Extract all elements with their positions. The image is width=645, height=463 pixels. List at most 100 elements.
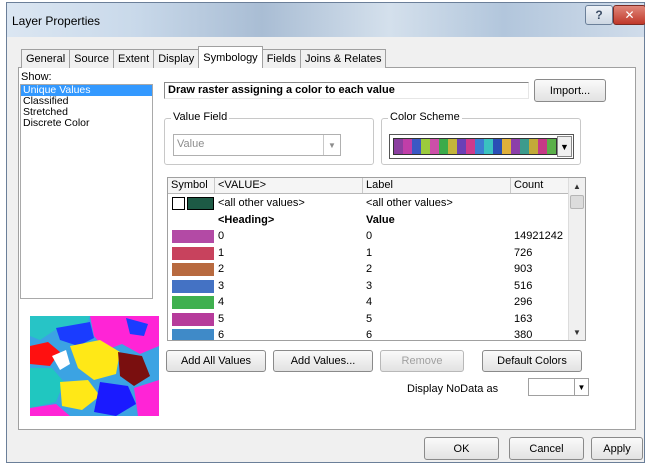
value-field-legend: Value Field [171, 111, 230, 123]
table-row[interactable]: 5 5 163 [168, 311, 570, 328]
cell-label: 4 [366, 296, 373, 309]
table-row[interactable]: 3 3 516 [168, 278, 570, 295]
color-scheme-select[interactable]: ▼ [389, 134, 574, 159]
import-button[interactable]: Import... [534, 79, 606, 102]
add-values-button[interactable]: Add Values... [273, 350, 373, 372]
value-field-select[interactable]: Value ▼ [173, 134, 341, 156]
scroll-thumb[interactable] [570, 195, 584, 209]
tab-general[interactable]: General [21, 49, 71, 68]
table-row[interactable]: 2 2 903 [168, 261, 570, 278]
tab-fields[interactable]: Fields [261, 49, 302, 68]
apply-button[interactable]: Apply [591, 437, 643, 460]
color-ramp-swatch [520, 139, 529, 154]
color-ramp-swatch [547, 139, 556, 154]
color-ramp-preview [393, 138, 557, 155]
header-count[interactable]: Count [511, 178, 570, 193]
table-row[interactable]: 6 6 380 [168, 327, 570, 341]
nodata-color-picker[interactable]: ▼ [528, 378, 589, 396]
cell-count: 516 [514, 279, 533, 292]
scroll-up-icon[interactable]: ▲ [569, 178, 585, 194]
renderer-description: Draw raster assigning a color to each va… [164, 82, 529, 99]
symbol-swatch[interactable] [172, 312, 214, 326]
header-symbol[interactable]: Symbol [168, 178, 215, 193]
tab-symbology[interactable]: Symbology [198, 46, 263, 68]
table-header: Symbol <VALUE> Label Count [168, 178, 570, 194]
tab-strip: General Source Extent Display Symbology … [21, 46, 387, 68]
cell-count: 726 [514, 246, 533, 259]
cell-count: 380 [514, 329, 533, 341]
cell-count: 163 [514, 312, 533, 325]
cell-value: 6 [218, 329, 225, 341]
symbol-swatch[interactable] [172, 230, 214, 243]
color-ramp-swatch [475, 139, 484, 154]
color-scheme-legend: Color Scheme [388, 111, 462, 123]
show-list[interactable]: Unique Values Classified Stretched Discr… [20, 84, 153, 299]
symbol-swatch[interactable] [172, 263, 214, 276]
color-ramp-swatch [403, 139, 412, 154]
symbol-swatch[interactable] [172, 296, 214, 309]
cancel-button[interactable]: Cancel [509, 437, 584, 460]
symbol-swatch[interactable] [172, 329, 214, 340]
header-value[interactable]: <VALUE> [215, 178, 363, 193]
cell-value: 3 [218, 279, 225, 292]
unique-values-table[interactable]: Symbol <VALUE> Label Count <all other va… [167, 177, 586, 341]
color-ramp-swatch [394, 139, 403, 154]
tab-extent[interactable]: Extent [113, 49, 155, 68]
table-row[interactable]: 0 0 14921242 [168, 228, 570, 245]
cell-count: 296 [514, 296, 533, 309]
cell-value: 5 [218, 312, 225, 325]
cell-label: 1 [366, 246, 373, 259]
title-bar[interactable]: Layer Properties ? ✕ [7, 3, 645, 37]
nodata-label: Display NoData as [407, 383, 499, 395]
ok-button[interactable]: OK [424, 437, 499, 460]
table-scrollbar[interactable]: ▲ ▼ [568, 178, 585, 340]
table-body: <all other values> <all other values> <H… [168, 195, 570, 341]
cell-label: 5 [366, 312, 373, 325]
cell-value: 1 [218, 246, 225, 259]
symbol-swatch[interactable] [172, 246, 214, 260]
cell-count: 903 [514, 263, 533, 276]
cell-label: <all other values> [366, 197, 453, 210]
cell-value: 4 [218, 296, 225, 309]
cell-label: 6 [366, 329, 373, 341]
table-heading-row[interactable]: <Heading> Value [168, 212, 570, 229]
window-title: Layer Properties [12, 14, 101, 28]
color-ramp-swatch [493, 139, 502, 154]
color-ramp-swatch [511, 139, 520, 154]
color-ramp-swatch [430, 139, 439, 154]
symbol-swatch[interactable] [172, 279, 214, 293]
header-label[interactable]: Label [363, 178, 511, 193]
scroll-down-icon[interactable]: ▼ [569, 324, 585, 340]
color-ramp-swatch [439, 139, 448, 154]
table-row[interactable]: 1 1 726 [168, 245, 570, 262]
default-colors-button[interactable]: Default Colors [482, 350, 582, 372]
color-ramp-swatch [538, 139, 547, 154]
tab-display[interactable]: Display [153, 49, 200, 68]
table-row[interactable]: 4 4 296 [168, 294, 570, 311]
color-ramp-swatch [466, 139, 475, 154]
add-all-values-button[interactable]: Add All Values [166, 350, 266, 372]
help-icon: ? [595, 8, 603, 22]
value-field-value: Value [177, 138, 205, 150]
close-button[interactable]: ✕ [613, 5, 645, 25]
raster-preview-image [30, 316, 159, 416]
cell-count: 14921242 [514, 230, 563, 243]
symbol-swatch[interactable] [187, 197, 214, 210]
remove-button[interactable]: Remove [380, 350, 464, 372]
color-ramp-swatch [484, 139, 493, 154]
color-ramp-swatch [412, 139, 421, 154]
tab-source[interactable]: Source [69, 49, 114, 68]
table-row[interactable]: <all other values> <all other values> [168, 195, 570, 212]
tab-joins-relates[interactable]: Joins & Relates [300, 49, 387, 68]
checkbox[interactable] [172, 197, 185, 210]
help-button[interactable]: ? [585, 5, 613, 25]
color-ramp-swatch [421, 139, 430, 154]
color-ramp-swatch [502, 139, 511, 154]
cell-label: Value [366, 213, 395, 226]
cell-label: 0 [366, 230, 373, 243]
show-item-discrete-color[interactable]: Discrete Color [21, 118, 152, 129]
cell-value: 2 [218, 263, 225, 276]
cell-label: 3 [366, 279, 373, 292]
cell-label: 2 [366, 263, 373, 276]
color-ramp-swatch [448, 139, 457, 154]
